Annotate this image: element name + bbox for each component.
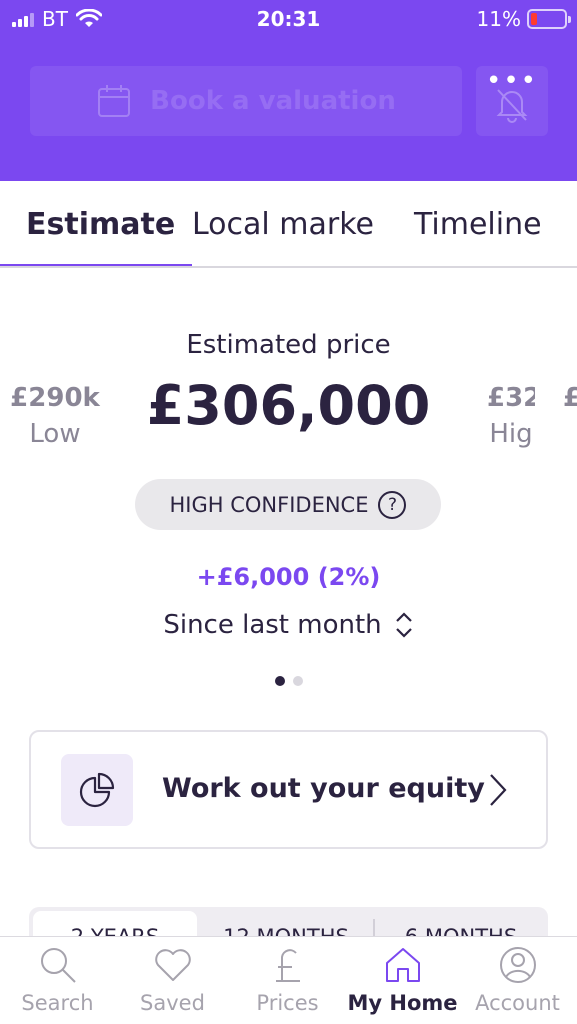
high-estimate[interactable]: £32 Hig bbox=[487, 383, 535, 449]
pie-chart-icon bbox=[79, 772, 115, 808]
nav-account[interactable]: Account bbox=[460, 937, 575, 1024]
chevron-up-down-icon bbox=[395, 612, 412, 638]
equity-icon-box bbox=[61, 754, 133, 826]
calendar-icon bbox=[98, 85, 131, 117]
equity-label: Work out your equity bbox=[162, 773, 485, 804]
confidence-label: HIGH CONFIDENCE bbox=[169, 492, 369, 517]
battery-icon bbox=[527, 9, 571, 29]
bottom-nav: Search Saved Prices My Home Account bbox=[0, 936, 577, 1024]
since-selector[interactable]: Since last month bbox=[0, 610, 577, 640]
pound-icon bbox=[276, 949, 300, 982]
tab-timeline[interactable]: Timeline bbox=[414, 207, 542, 242]
nav-prices-label: Prices bbox=[256, 991, 319, 1015]
status-right: 11% bbox=[476, 7, 571, 31]
nav-search[interactable]: Search bbox=[0, 937, 115, 1024]
nav-saved[interactable]: Saved bbox=[115, 937, 230, 1024]
price-change: +£6,000 (2%) bbox=[196, 563, 381, 591]
nav-my-home[interactable]: My Home bbox=[345, 937, 460, 1024]
nav-saved-label: Saved bbox=[140, 991, 205, 1015]
confidence-badge[interactable]: HIGH CONFIDENCE ? bbox=[135, 479, 441, 530]
book-valuation-button[interactable]: Book a valuation bbox=[30, 66, 462, 136]
nav-account-label: Account bbox=[475, 991, 560, 1015]
page-dot bbox=[292, 676, 303, 686]
home-icon bbox=[386, 948, 420, 982]
tab-local-market[interactable]: Local marke bbox=[192, 207, 374, 242]
page-dot-active bbox=[274, 676, 285, 686]
page-indicator bbox=[0, 676, 577, 686]
account-icon bbox=[500, 947, 536, 983]
active-tab-indicator bbox=[0, 264, 192, 266]
high-estimate-value: £32 bbox=[487, 383, 535, 413]
chevron-right-icon bbox=[490, 774, 507, 806]
notifications-button[interactable]: ••• bbox=[476, 66, 548, 136]
nav-prices[interactable]: Prices bbox=[230, 937, 345, 1024]
bell-off-icon bbox=[496, 89, 528, 123]
equity-card[interactable]: Work out your equity bbox=[29, 730, 548, 849]
status-bar: BT 20:31 11% bbox=[0, 0, 577, 38]
nav-my-home-label: My Home bbox=[347, 991, 458, 1015]
more-icon[interactable]: ••• bbox=[476, 68, 548, 94]
tab-bar: Estimate Local marke Timeline bbox=[0, 181, 577, 268]
search-icon bbox=[41, 948, 76, 983]
since-label: Since last month bbox=[163, 610, 382, 640]
heart-icon bbox=[155, 949, 191, 981]
header: BT 20:31 11% Book a valuation ••• bbox=[0, 0, 577, 181]
tab-estimate[interactable]: Estimate bbox=[26, 207, 175, 242]
next-estimate-peek[interactable]: £ bbox=[563, 383, 577, 413]
estimated-price-label: Estimated price bbox=[186, 330, 391, 360]
high-estimate-label: Hig bbox=[489, 419, 533, 449]
battery-percent: 11% bbox=[476, 7, 521, 31]
help-icon[interactable]: ? bbox=[378, 490, 407, 519]
nav-search-label: Search bbox=[21, 991, 94, 1015]
book-valuation-label: Book a valuation bbox=[150, 86, 396, 116]
